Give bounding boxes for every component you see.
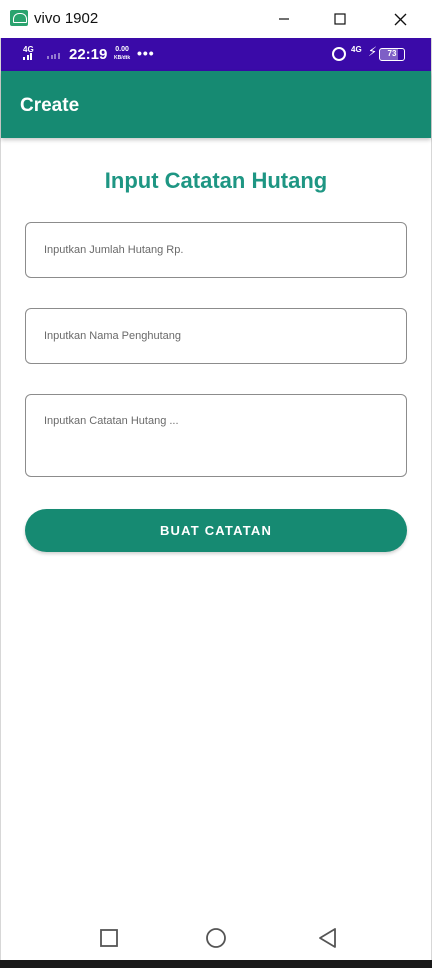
debtor-name-input[interactable] xyxy=(26,309,406,363)
home-button[interactable] xyxy=(204,926,228,950)
network-speed-value: 0.00 xyxy=(115,46,129,53)
minimize-button[interactable] xyxy=(264,4,304,34)
debt-amount-field[interactable] xyxy=(25,222,407,278)
battery-level: 73 xyxy=(387,49,397,58)
status-time: 22:19 xyxy=(69,46,108,63)
charging-icon: ⚡ xyxy=(368,44,378,59)
back-button[interactable] xyxy=(316,926,340,950)
debtor-name-field[interactable] xyxy=(25,308,407,364)
close-button[interactable] xyxy=(380,4,420,34)
minimize-icon xyxy=(279,18,289,20)
signal-secondary-icon xyxy=(47,53,60,59)
app-bar: Create xyxy=(1,71,431,138)
alarm-icon xyxy=(332,47,346,61)
recents-icon xyxy=(100,929,118,947)
maximize-button[interactable] xyxy=(320,4,360,34)
create-note-button[interactable]: BUAT CATATAN xyxy=(25,509,407,552)
close-icon xyxy=(394,13,406,25)
back-icon xyxy=(319,928,336,948)
window-bottom-edge xyxy=(0,960,432,968)
battery-icon: 73 xyxy=(379,48,405,61)
debt-note-field[interactable] xyxy=(25,394,407,477)
phone-screen: 4G 22:19 0.00 KB/dtk ••• 4G ⚡ 73 Create … xyxy=(0,38,432,960)
window-titlebar: vivo 1902 xyxy=(0,0,432,38)
navigation-bar xyxy=(1,910,431,960)
network-speed: 0.00 KB/dtk xyxy=(114,46,130,62)
network-type-right: 4G xyxy=(351,45,362,54)
recents-button[interactable] xyxy=(97,926,121,950)
debt-amount-input[interactable] xyxy=(26,223,406,277)
maximize-icon xyxy=(334,13,346,25)
network-speed-unit: KB/dtk xyxy=(114,55,131,61)
app-bar-title: Create xyxy=(20,95,80,116)
signal-icon xyxy=(23,53,32,60)
window-title: vivo 1902 xyxy=(34,10,99,27)
home-icon xyxy=(206,928,226,948)
debt-note-input[interactable] xyxy=(26,395,406,476)
page-heading: Input Catatan Hutang xyxy=(104,168,328,193)
more-notifications-icon: ••• xyxy=(137,45,155,61)
status-bar: 4G 22:19 0.00 KB/dtk ••• 4G ⚡ 73 xyxy=(1,38,431,71)
android-app-icon xyxy=(10,10,28,26)
